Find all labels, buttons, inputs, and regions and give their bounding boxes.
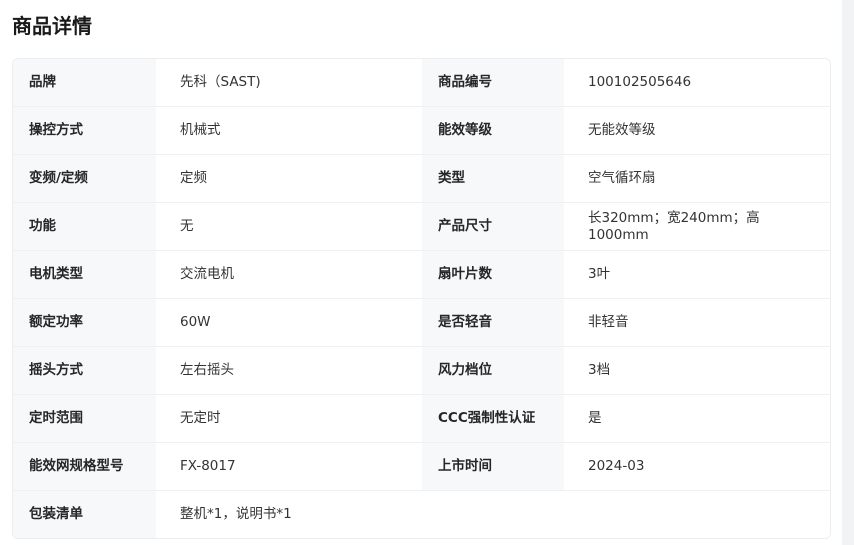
spec-row-control: 操控方式 机械式 能效等级 无能效等级 (13, 107, 830, 155)
spec-row-brand: 品牌 先科（SAST) 商品编号 100102505646 (13, 59, 830, 107)
spec-label-wind-levels: 风力档位 (422, 347, 564, 394)
spec-value-energy-rating: 无能效等级 (564, 107, 830, 154)
spec-label-dimensions: 产品尺寸 (422, 203, 564, 250)
spec-value-quiet: 非轻音 (564, 299, 830, 346)
spec-value-oscillation: 左右摇头 (156, 347, 422, 394)
spec-row-oscillation: 摇头方式 左右摇头 风力档位 3档 (13, 347, 830, 395)
spec-value-dimensions: 长320mm；宽240mm；高1000mm (564, 203, 830, 250)
spec-value-blade-count: 3叶 (564, 251, 830, 298)
spec-row-motor: 电机类型 交流电机 扇叶片数 3叶 (13, 251, 830, 299)
spec-label-blade-count: 扇叶片数 (422, 251, 564, 298)
spec-value-ccc-cert: 是 (564, 395, 830, 442)
spec-row-frequency: 变频/定频 定频 类型 空气循环扇 (13, 155, 830, 203)
spec-label-release-date: 上市时间 (422, 443, 564, 490)
spec-value-model-number: FX-8017 (156, 443, 422, 490)
spec-value-rated-power: 60W (156, 299, 422, 346)
spec-label-motor-type: 电机类型 (13, 251, 156, 298)
spec-table: 品牌 先科（SAST) 商品编号 100102505646 操控方式 机械式 能… (12, 58, 831, 539)
spec-label-category: 类型 (422, 155, 564, 202)
spec-label-ccc-cert: CCC强制性认证 (422, 395, 564, 442)
spec-row-package: 包装清单 整机*1，说明书*1 (13, 491, 830, 538)
spec-label-rated-power: 额定功率 (13, 299, 156, 346)
spec-row-timer: 定时范围 无定时 CCC强制性认证 是 (13, 395, 830, 443)
spec-value-motor-type: 交流电机 (156, 251, 422, 298)
spec-row-power: 额定功率 60W 是否轻音 非轻音 (13, 299, 830, 347)
page-title: 商品详情 (12, 14, 92, 38)
spec-row-function: 功能 无 产品尺寸 长320mm；宽240mm；高1000mm (13, 203, 830, 251)
spec-label-control-mode: 操控方式 (13, 107, 156, 154)
spec-value-product-id: 100102505646 (564, 59, 830, 106)
spec-label-product-id: 商品编号 (422, 59, 564, 106)
spec-label-package-contents: 包装清单 (13, 491, 156, 538)
spec-value-package-contents: 整机*1，说明书*1 (156, 491, 830, 538)
spec-label-quiet: 是否轻音 (422, 299, 564, 346)
spec-value-wind-levels: 3档 (564, 347, 830, 394)
spec-label-function: 功能 (13, 203, 156, 250)
spec-value-category: 空气循环扇 (564, 155, 830, 202)
spec-value-brand: 先科（SAST) (156, 59, 422, 106)
spec-value-release-date: 2024-03 (564, 443, 830, 490)
spec-label-timer-range: 定时范围 (13, 395, 156, 442)
spec-label-oscillation: 摇头方式 (13, 347, 156, 394)
spec-value-control-mode: 机械式 (156, 107, 422, 154)
spec-value-timer-range: 无定时 (156, 395, 422, 442)
spec-label-frequency-type: 变频/定频 (13, 155, 156, 202)
spec-value-frequency-type: 定频 (156, 155, 422, 202)
spec-label-brand: 品牌 (13, 59, 156, 106)
spec-row-model: 能效网规格型号 FX-8017 上市时间 2024-03 (13, 443, 830, 491)
spec-value-function: 无 (156, 203, 422, 250)
spec-label-model-number: 能效网规格型号 (13, 443, 156, 490)
spec-label-energy-rating: 能效等级 (422, 107, 564, 154)
scroll-gutter (842, 0, 854, 545)
